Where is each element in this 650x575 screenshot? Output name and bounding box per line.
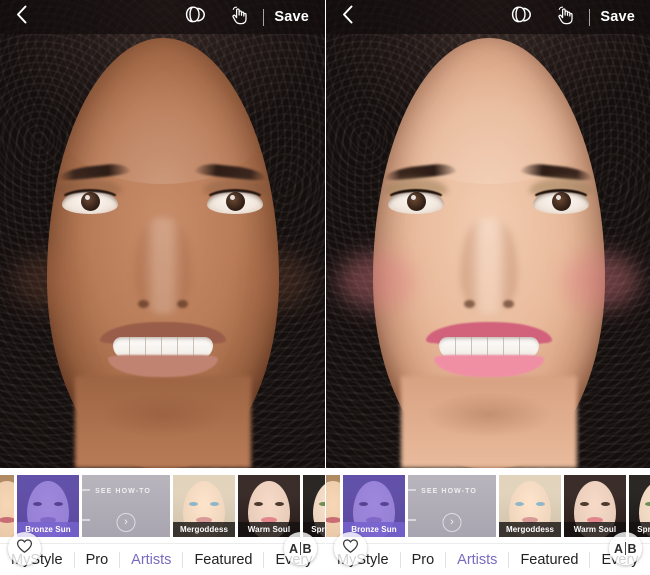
chin-shading	[424, 392, 553, 438]
see-how-to-label: SEE HOW-TO	[95, 487, 151, 495]
blush-right	[563, 252, 639, 310]
look-thumbnail[interactable]: Mergoddess	[499, 474, 561, 537]
tab-featured[interactable]: Featured	[183, 544, 263, 575]
look-name-label: Mergoddess	[499, 521, 561, 537]
photo-canvas-after[interactable]	[326, 0, 650, 468]
eye-right	[203, 178, 267, 214]
dual-screenshot-comparison: Save A B Bronze Sun SEE HOW-TO › Mergoddess…	[0, 0, 650, 575]
chevron-right-icon: ›	[116, 512, 136, 532]
compare-layers-button[interactable]	[173, 0, 217, 34]
overlapping-circles-icon	[183, 5, 208, 29]
look-preview-image	[326, 474, 340, 537]
looks-thumbnail-strip[interactable]: Bronze Sun SEE HOW-TO › Mergoddess Warm Soul…	[326, 468, 650, 543]
toolbar-divider	[263, 8, 265, 26]
blush-right	[237, 252, 313, 310]
compare-layers-button[interactable]	[499, 0, 543, 34]
ab-compare-button[interactable]: A B	[609, 532, 642, 565]
eye-left	[58, 178, 122, 214]
chevron-right-icon: ›	[442, 512, 462, 532]
top-toolbar: Save	[326, 0, 650, 34]
eye-right	[529, 178, 593, 214]
see-how-to-card[interactable]: SEE HOW-TO ›	[408, 474, 496, 537]
ab-divider	[300, 542, 301, 555]
hand-touch-icon	[555, 5, 575, 30]
see-how-to-label: SEE HOW-TO	[421, 487, 477, 495]
favorite-button[interactable]	[334, 532, 367, 565]
ab-compare-button[interactable]: A B	[284, 532, 317, 565]
ab-a-letter: A	[613, 541, 624, 556]
save-button[interactable]: Save	[600, 9, 650, 25]
ab-b-letter: B	[627, 541, 638, 556]
look-thumbnail[interactable]: Warm Soul	[238, 474, 300, 537]
ab-divider	[625, 542, 626, 555]
howto-tick	[408, 518, 416, 521]
look-thumbnail[interactable]: SpringFling	[303, 474, 325, 537]
nostrils	[136, 300, 190, 314]
look-thumbnail[interactable]: SpringFling	[629, 474, 650, 537]
phone-screen-after: Save A B Bronze Sun SEE HOW-TO › Mergoddess…	[325, 0, 650, 575]
chin-shading	[98, 392, 227, 438]
ab-a-letter: A	[288, 541, 299, 556]
heart-outline-icon	[342, 538, 359, 559]
look-thumbnail[interactable]	[0, 474, 14, 537]
look-preview-image	[0, 474, 14, 537]
photo-canvas-before[interactable]	[0, 0, 325, 468]
touch-retouch-button[interactable]	[543, 0, 587, 34]
overlapping-circles-icon	[509, 5, 534, 29]
tab-pro[interactable]: Pro	[75, 544, 120, 575]
lower-lip	[107, 355, 218, 377]
lower-lip	[433, 355, 544, 377]
save-button[interactable]: Save	[274, 9, 325, 25]
look-thumbnail[interactable]: Bronze Sun	[343, 474, 405, 537]
tab-pro[interactable]: Pro	[401, 544, 446, 575]
touch-retouch-button[interactable]	[217, 0, 261, 34]
tab-artists[interactable]: Artists	[120, 544, 182, 575]
category-tab-bar[interactable]: MyStyleProArtistsFeaturedEvery	[326, 543, 650, 575]
tab-artists[interactable]: Artists	[446, 544, 508, 575]
eye-left	[384, 178, 448, 214]
see-how-to-card[interactable]: SEE HOW-TO ›	[82, 474, 170, 537]
ab-label: A B	[289, 542, 312, 556]
hand-touch-icon	[229, 5, 249, 30]
toolbar-divider	[589, 8, 591, 26]
chevron-left-icon	[16, 5, 27, 29]
favorite-button[interactable]	[8, 532, 41, 565]
mouth-region	[425, 322, 552, 378]
howto-tick	[82, 518, 90, 521]
look-thumbnail[interactable]: Mergoddess	[173, 474, 235, 537]
looks-thumbnail-strip[interactable]: Bronze Sun SEE HOW-TO › Mergoddess Warm Soul…	[0, 468, 325, 543]
tab-featured[interactable]: Featured	[509, 544, 589, 575]
mouth-region	[99, 322, 226, 378]
category-tab-bar[interactable]: MyStyleProArtistsFeaturedEvery	[0, 543, 325, 575]
blush-left	[338, 252, 414, 310]
back-button[interactable]	[0, 0, 42, 34]
heart-outline-icon	[16, 538, 33, 559]
nostrils	[462, 300, 516, 314]
look-name-label: Mergoddess	[173, 521, 235, 537]
look-thumbnail[interactable]: Bronze Sun	[17, 474, 79, 537]
phone-screen-before: Save A B Bronze Sun SEE HOW-TO › Mergoddess…	[0, 0, 325, 575]
blush-left	[12, 252, 88, 310]
ab-b-letter: B	[302, 541, 313, 556]
chevron-left-icon	[342, 5, 353, 29]
look-thumbnail[interactable]: Warm Soul	[564, 474, 626, 537]
top-toolbar: Save	[0, 0, 325, 34]
look-thumbnail[interactable]	[326, 474, 340, 537]
back-button[interactable]	[326, 0, 368, 34]
ab-label: A B	[614, 542, 637, 556]
